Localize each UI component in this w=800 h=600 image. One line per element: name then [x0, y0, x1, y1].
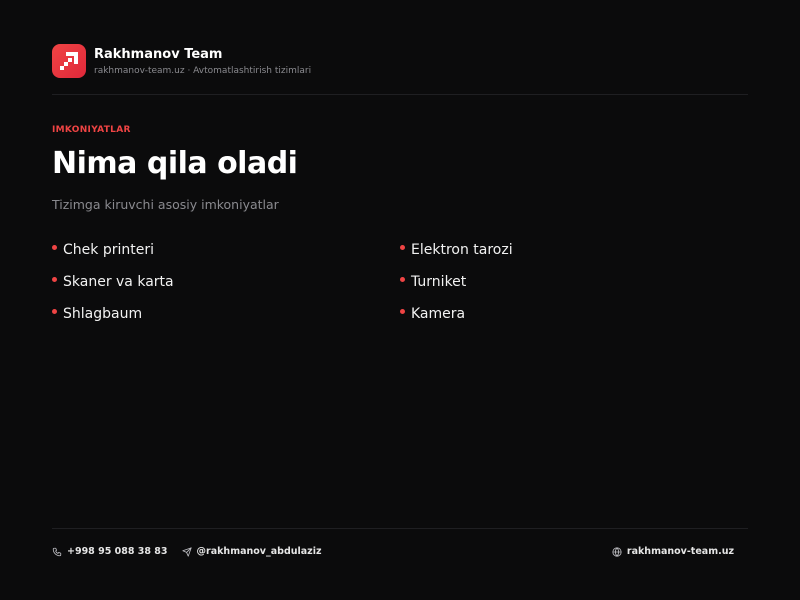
globe-icon	[612, 546, 622, 557]
feature-item: Skaner va karta	[52, 272, 400, 292]
brand-name: Rakhmanov Team	[94, 47, 223, 62]
feature-item: Chek printeri	[52, 240, 400, 260]
telegram-contact[interactable]: @rakhmanov_abdulaziz	[181, 546, 322, 557]
bullet-dot-icon	[400, 244, 405, 250]
feature-item: Elektron tarozi	[400, 240, 748, 260]
logo-mark-icon	[60, 52, 78, 70]
brand-subtitle: rakhmanov-team.uz · Avtomatlashtirish ti…	[94, 66, 312, 76]
website-link[interactable]: rakhmanov-team.uz	[612, 546, 734, 557]
feature-item: Kamera	[400, 304, 748, 324]
brand-logo	[52, 44, 86, 78]
page-title: Nima qila oladi	[52, 146, 298, 181]
feature-item: Turniket	[400, 272, 748, 292]
page-subtitle: Tizimga kiruvchi asosiy imkoniyatlar	[52, 197, 279, 212]
feature-list: Chek printeri Elektron tarozi Skaner va …	[52, 240, 752, 324]
phone-contact[interactable]: +998 95 088 38 83	[52, 546, 168, 557]
website-url: rakhmanov-team.uz	[626, 546, 734, 557]
feature-label: Elektron tarozi	[411, 242, 513, 258]
feature-label: Turniket	[411, 274, 467, 290]
footer: +998 95 088 38 83 @rakhmanov_abdulaziz r…	[52, 528, 748, 572]
feature-label: Chek printeri	[63, 242, 154, 258]
header: Rakhmanov Team rakhmanov-team.uz · Avtom…	[52, 44, 748, 95]
feature-label: Kamera	[411, 306, 466, 322]
section-eyebrow: IMKONIYATLAR	[52, 125, 131, 135]
phone-icon	[52, 547, 62, 556]
bullet-dot-icon	[52, 244, 57, 250]
phone-number: +998 95 088 38 83	[67, 546, 168, 557]
brand-block: Rakhmanov Team rakhmanov-team.uz · Avtom…	[94, 47, 311, 77]
footer-contacts: +998 95 088 38 83 @rakhmanov_abdulaziz	[52, 546, 336, 557]
feature-label: Shlagbaum	[63, 306, 143, 322]
feature-item: Shlagbaum	[52, 304, 400, 324]
bullet-dot-icon	[52, 308, 57, 314]
send-icon	[181, 546, 192, 557]
bullet-dot-icon	[400, 308, 405, 314]
feature-label: Skaner va karta	[63, 274, 174, 290]
telegram-handle: @rakhmanov_abdulaziz	[196, 546, 322, 557]
bullet-dot-icon	[400, 276, 405, 282]
bullet-dot-icon	[52, 276, 57, 282]
